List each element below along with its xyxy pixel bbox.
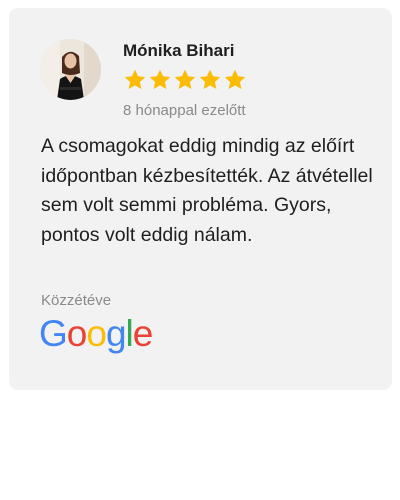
review-time: 8 hónappal ezelőtt [123,102,246,119]
google-logo-letter: o [86,313,107,354]
star-icon [174,69,196,89]
star-icon [199,69,221,89]
avatar [40,39,101,100]
review-card: Mónika Bihari 8 hónappal ezelőtt A csoma… [9,8,392,390]
google-logo-letter: g [105,313,127,354]
star-icon [149,69,171,89]
google-logo: Google [39,313,154,354]
google-logo-letter: l [125,313,134,354]
star-icon [124,69,146,89]
star-icon [224,69,246,89]
review-text: A csomagokat eddig mindig az előírt időp… [41,135,373,246]
google-logo-letter: o [66,313,88,354]
reviewer-name: Mónika Bihari [123,41,235,60]
google-logo-letter: G [39,313,68,354]
google-logo-letter: e [132,313,154,354]
avatar-photo [40,39,101,100]
star-rating [123,68,247,96]
published-label: Közzétéve [41,292,112,309]
